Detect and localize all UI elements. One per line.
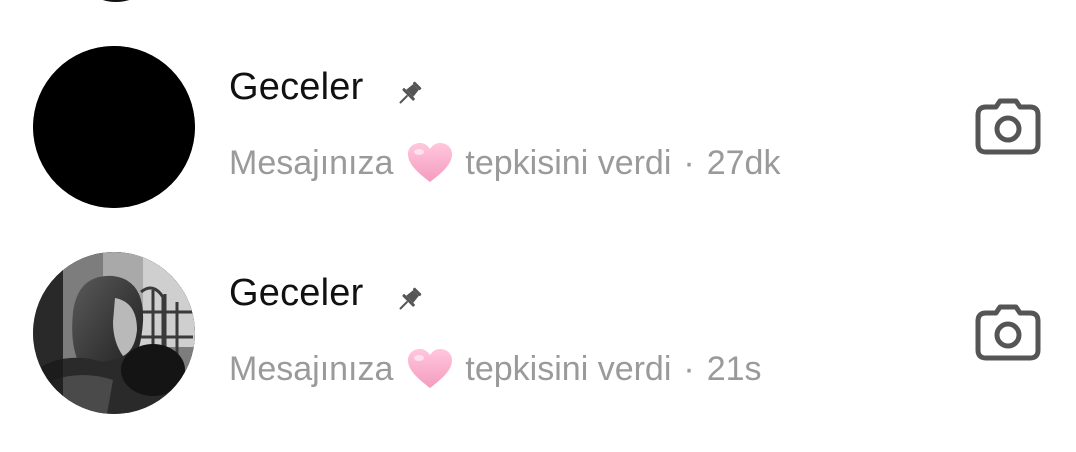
- preview-suffix: tepkisini verdi: [465, 144, 672, 182]
- camera-button[interactable]: [974, 304, 1042, 362]
- message-time: 21s: [706, 350, 762, 388]
- preview-prefix: Mesajınıza: [229, 144, 394, 182]
- preview-prefix: Mesajınıza: [229, 350, 394, 388]
- separator-dot: ·: [683, 144, 695, 182]
- avatar[interactable]: [33, 252, 195, 414]
- message-preview: Mesajınıza tepkisini verdi · 27dk: [229, 142, 780, 184]
- heart-icon: [407, 348, 453, 390]
- message-preview: Mesajınıza tepkisini verdi · 21s: [229, 348, 762, 390]
- pin-icon: [393, 78, 425, 110]
- previous-thread-avatar: [96, 0, 136, 2]
- thread-row[interactable]: Geceler Mesajınıza: [0, 246, 1076, 416]
- thread-row[interactable]: Geceler Mesajınıza: [0, 40, 1076, 210]
- thread-name: Geceler: [229, 272, 364, 314]
- camera-button[interactable]: [974, 98, 1042, 156]
- camera-icon: [975, 98, 1041, 155]
- preview-suffix: tepkisini verdi: [465, 350, 672, 388]
- message-time: 27dk: [706, 144, 781, 182]
- avatar[interactable]: [33, 46, 195, 208]
- heart-icon: [407, 142, 453, 184]
- camera-icon: [975, 304, 1041, 361]
- pin-icon: [393, 284, 425, 316]
- separator-dot: ·: [683, 350, 695, 388]
- thread-name: Geceler: [229, 66, 364, 108]
